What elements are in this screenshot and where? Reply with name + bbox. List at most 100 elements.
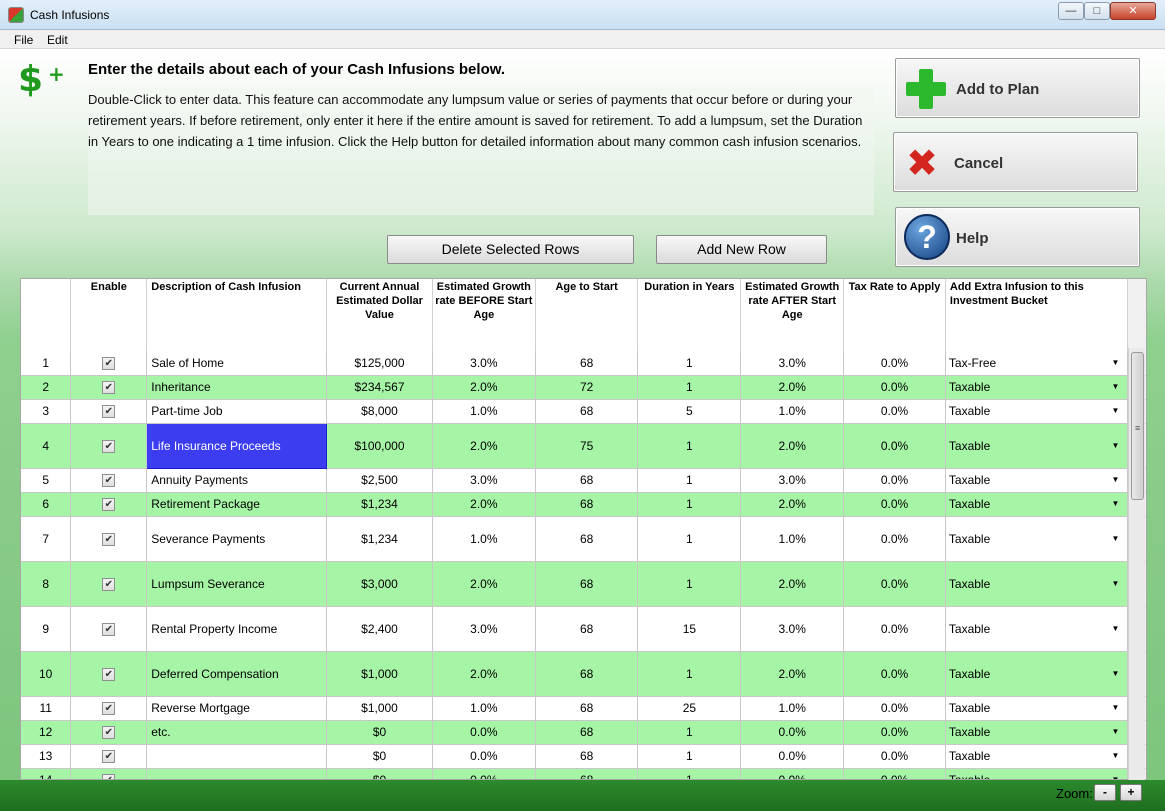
- duration-cell[interactable]: 1: [637, 561, 742, 607]
- growth-after-cell[interactable]: 2.0%: [740, 423, 845, 469]
- growth-after-cell[interactable]: 2.0%: [740, 492, 845, 517]
- bucket-dropdown[interactable]: Taxable ▼: [945, 375, 1129, 400]
- age-to-start-cell[interactable]: 75: [535, 423, 639, 469]
- current-value-cell[interactable]: $0: [326, 768, 433, 779]
- enable-checkbox[interactable]: ✔: [102, 405, 116, 419]
- col-header-description[interactable]: Description of Cash Infusion: [146, 279, 328, 351]
- table-row[interactable]: 10 ✔ Deferred Compensation $1,000 2.0% 68 1 2.0…: [21, 651, 1146, 697]
- age-to-start-cell[interactable]: 68: [535, 561, 639, 607]
- duration-cell[interactable]: 1: [637, 423, 742, 469]
- growth-after-cell[interactable]: 3.0%: [740, 351, 845, 376]
- tax-rate-cell[interactable]: 0.0%: [843, 651, 946, 697]
- current-value-cell[interactable]: $3,000: [326, 561, 433, 607]
- description-cell[interactable]: Rental Property Income: [146, 606, 328, 652]
- enable-cell[interactable]: ✔: [70, 651, 148, 697]
- duration-cell[interactable]: 1: [637, 768, 742, 779]
- duration-cell[interactable]: 1: [637, 468, 742, 493]
- growth-before-cell[interactable]: 0.0%: [432, 720, 536, 745]
- table-row[interactable]: 5 ✔ Annuity Payments $2,500 3.0% 68 1 3.0% 0.0% T…: [21, 468, 1146, 493]
- duration-cell[interactable]: 1: [637, 492, 742, 517]
- tax-rate-cell[interactable]: 0.0%: [843, 696, 946, 721]
- duration-cell[interactable]: 1: [637, 720, 742, 745]
- growth-before-cell[interactable]: 2.0%: [432, 651, 536, 697]
- bucket-dropdown[interactable]: Taxable ▼: [945, 744, 1129, 769]
- current-value-cell[interactable]: $125,000: [326, 351, 433, 376]
- current-value-cell[interactable]: $1,234: [326, 516, 433, 562]
- age-to-start-cell[interactable]: 68: [535, 606, 639, 652]
- enable-cell[interactable]: ✔: [70, 516, 148, 562]
- table-row[interactable]: 3 ✔ Part-time Job $8,000 1.0% 68 5 1.0% 0.0% Taxa…: [21, 399, 1146, 424]
- description-cell[interactable]: [146, 744, 328, 769]
- dropdown-arrow-icon[interactable]: ▼: [1112, 703, 1120, 712]
- growth-before-cell[interactable]: 3.0%: [432, 606, 536, 652]
- bucket-dropdown[interactable]: Taxable ▼: [945, 423, 1129, 469]
- duration-cell[interactable]: 1: [637, 375, 742, 400]
- table-row[interactable]: 4 ✔ Life Insurance Proceeds $100,000 2.0% 75 1…: [21, 422, 1146, 469]
- growth-before-cell[interactable]: 2.0%: [432, 375, 536, 400]
- age-to-start-cell[interactable]: 72: [535, 375, 639, 400]
- table-row[interactable]: 8 ✔ Lumpsum Severance $3,000 2.0% 68 1 2.0% 0.0%…: [21, 561, 1146, 607]
- col-header-growth-after[interactable]: Estimated Growth rate AFTER Start Age: [740, 279, 845, 351]
- description-cell[interactable]: Lumpsum Severance: [146, 561, 328, 607]
- dropdown-arrow-icon[interactable]: ▼: [1112, 499, 1120, 508]
- description-cell[interactable]: Life Insurance Proceeds: [146, 422, 328, 469]
- current-value-cell[interactable]: $8,000: [326, 399, 433, 424]
- bucket-dropdown[interactable]: Taxable ▼: [945, 606, 1129, 652]
- bucket-dropdown[interactable]: Taxable ▼: [945, 561, 1129, 607]
- menu-file[interactable]: File: [14, 33, 33, 47]
- growth-before-cell[interactable]: 2.0%: [432, 492, 536, 517]
- zoom-in-button[interactable]: +: [1120, 784, 1142, 801]
- tax-rate-cell[interactable]: 0.0%: [843, 351, 946, 376]
- description-cell[interactable]: Annuity Payments: [146, 468, 328, 493]
- current-value-cell[interactable]: $2,400: [326, 606, 433, 652]
- enable-checkbox[interactable]: ✔: [102, 498, 116, 512]
- table-row[interactable]: 9 ✔ Rental Property Income $2,400 3.0% 68 15 3.…: [21, 606, 1146, 652]
- cancel-button[interactable]: ✖ Cancel: [893, 132, 1138, 192]
- growth-before-cell[interactable]: 3.0%: [432, 468, 536, 493]
- age-to-start-cell[interactable]: 68: [535, 720, 639, 745]
- duration-cell[interactable]: 1: [637, 744, 742, 769]
- growth-after-cell[interactable]: 0.0%: [740, 768, 845, 779]
- col-header-enable[interactable]: Enable: [70, 279, 148, 351]
- growth-before-cell[interactable]: 1.0%: [432, 399, 536, 424]
- growth-after-cell[interactable]: 0.0%: [740, 720, 845, 745]
- growth-after-cell[interactable]: 2.0%: [740, 651, 845, 697]
- table-row[interactable]: 12 ✔ etc. $0 0.0% 68 1 0.0% 0.0% Taxable ▼: [21, 720, 1146, 745]
- description-cell[interactable]: [146, 768, 328, 779]
- current-value-cell[interactable]: $0: [326, 744, 433, 769]
- maximize-button[interactable]: □: [1084, 2, 1110, 20]
- enable-cell[interactable]: ✔: [70, 720, 148, 745]
- growth-after-cell[interactable]: 2.0%: [740, 561, 845, 607]
- col-header-duration[interactable]: Duration in Years: [637, 279, 742, 351]
- table-row[interactable]: 6 ✔ Retirement Package $1,234 2.0% 68 1 2.0% 0.0…: [21, 492, 1146, 517]
- tax-rate-cell[interactable]: 0.0%: [843, 768, 946, 779]
- table-row[interactable]: 7 ✔ Severance Payments $1,234 1.0% 68 1 1.0% 0.0…: [21, 516, 1146, 562]
- enable-checkbox[interactable]: ✔: [102, 622, 116, 636]
- add-new-row-button[interactable]: Add New Row: [656, 235, 827, 264]
- duration-cell[interactable]: 5: [637, 399, 742, 424]
- growth-after-cell[interactable]: 3.0%: [740, 468, 845, 493]
- current-value-cell[interactable]: $2,500: [326, 468, 433, 493]
- current-value-cell[interactable]: $234,567: [326, 375, 433, 400]
- dropdown-arrow-icon[interactable]: ▼: [1112, 669, 1120, 678]
- enable-cell[interactable]: ✔: [70, 468, 148, 493]
- growth-after-cell[interactable]: 1.0%: [740, 516, 845, 562]
- description-cell[interactable]: Deferred Compensation: [146, 651, 328, 697]
- col-header-growth-before[interactable]: Estimated Growth rate BEFORE Start Age: [432, 279, 536, 351]
- growth-before-cell[interactable]: 0.0%: [432, 768, 536, 779]
- bucket-dropdown[interactable]: Taxable ▼: [945, 651, 1129, 697]
- table-row[interactable]: 13 ✔ $0 0.0% 68 1 0.0% 0.0% Taxable ▼: [21, 744, 1146, 769]
- add-to-plan-button[interactable]: Add to Plan: [895, 58, 1140, 118]
- menu-edit[interactable]: Edit: [47, 33, 68, 47]
- col-header-age-to-start[interactable]: Age to Start: [535, 279, 639, 351]
- dropdown-arrow-icon[interactable]: ▼: [1112, 382, 1120, 391]
- current-value-cell[interactable]: $1,234: [326, 492, 433, 517]
- age-to-start-cell[interactable]: 68: [535, 651, 639, 697]
- help-button[interactable]: ? Help: [895, 207, 1140, 267]
- dropdown-arrow-icon[interactable]: ▼: [1112, 624, 1120, 633]
- dropdown-arrow-icon[interactable]: ▼: [1112, 534, 1120, 543]
- enable-cell[interactable]: ✔: [70, 351, 148, 376]
- growth-before-cell[interactable]: 3.0%: [432, 351, 536, 376]
- enable-checkbox[interactable]: ✔: [102, 381, 116, 395]
- dropdown-arrow-icon[interactable]: ▼: [1112, 406, 1120, 415]
